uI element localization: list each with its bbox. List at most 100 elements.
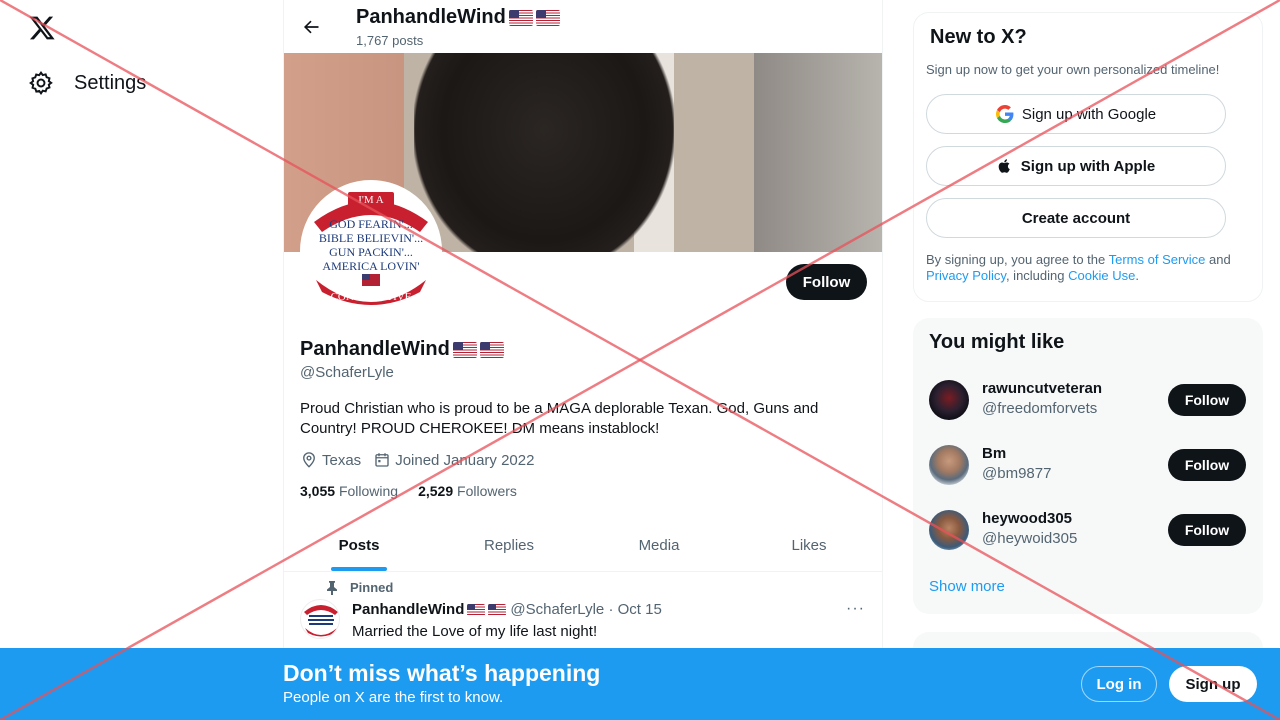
avatar-line-2: GOD FEARIN'... — [329, 217, 413, 231]
new-to-x-title: New to X? — [930, 26, 1027, 48]
us-flag-icon — [479, 341, 504, 358]
banner-headline: Don’t miss what’s happening — [283, 660, 601, 686]
posts-count: 1,767 posts — [356, 33, 424, 48]
profile-handle: @SchaferLyle — [300, 364, 394, 381]
avatar — [929, 445, 969, 485]
following-count: 3,055 — [300, 483, 336, 499]
legal-pre: By signing up, you agree to the — [926, 252, 1109, 267]
you-might-like-title: You might like — [929, 331, 1065, 353]
followers-link[interactable]: 2,529 Followers — [418, 483, 517, 499]
google-signup-button[interactable]: Sign up with Google — [926, 94, 1226, 134]
profile-bio: Proud Christian who is proud to be a MAG… — [300, 400, 819, 437]
profile-tabs: Posts Replies Media Likes — [284, 520, 882, 572]
follow-button[interactable]: Follow — [1168, 514, 1246, 546]
followers-count: 2,529 — [418, 483, 454, 499]
signup-legal-text: By signing up, you agree to the Terms of… — [926, 252, 1246, 284]
gear-icon — [28, 70, 54, 96]
suggested-user-handle: @bm9877 — [982, 465, 1052, 482]
tweet-date[interactable]: · Oct 15 — [608, 601, 661, 618]
avatar-line-1: I'M A — [358, 194, 384, 206]
tweet-author[interactable]: PanhandleWind — [352, 601, 507, 618]
profile-meta: Texas Joined January 2022 — [300, 451, 546, 469]
following-label: Following — [338, 483, 399, 499]
tweet-avatar[interactable] — [300, 599, 340, 639]
tweet-handle[interactable]: @SchaferLyle — [510, 601, 604, 618]
suggested-user-handle: @heywoid305 — [982, 530, 1078, 547]
profile-stats: 3,055 Following 2,529 Followers — [300, 483, 537, 499]
suggested-user[interactable]: rawuncutveteran @freedomforvets Follow — [929, 376, 1249, 426]
pin-icon — [327, 580, 337, 595]
new-to-x-card: New to X? Sign up now to get your own pe… — [913, 12, 1263, 302]
legal-and: and — [1205, 252, 1231, 267]
x-logo-icon[interactable] — [28, 14, 56, 42]
terms-link[interactable]: Terms of Service — [1109, 252, 1206, 267]
suggested-user-name: rawuncutveteran — [982, 380, 1103, 397]
banner-dog — [414, 53, 674, 252]
create-account-button[interactable]: Create account — [926, 198, 1226, 238]
profile-column: PanhandleWind 1,767 posts I'M A GOD FEAR… — [283, 0, 883, 720]
tab-likes[interactable]: Likes — [734, 520, 882, 571]
tweet-text: Married the Love of my life last night! — [352, 623, 598, 640]
banner-door — [754, 53, 882, 252]
us-flag-icon — [467, 603, 486, 616]
us-flag-icon — [488, 603, 507, 616]
avatar-line-5: AMERICA LOVIN' — [322, 259, 419, 273]
profile-location: Texas — [300, 451, 361, 469]
avatar-line-6: CONSERVATIVE — [331, 291, 412, 303]
profile-name-text: PanhandleWind — [300, 338, 450, 360]
login-button[interactable]: Log in — [1081, 666, 1157, 702]
tweet-author-name: PanhandleWind — [352, 601, 465, 618]
header-title: PanhandleWind — [356, 6, 560, 29]
apple-icon — [997, 157, 1013, 175]
cookie-link[interactable]: Cookie Use — [1068, 268, 1135, 283]
privacy-link[interactable]: Privacy Policy — [926, 268, 1006, 283]
arrow-left-icon — [303, 20, 319, 34]
profile-avatar[interactable]: I'M A GOD FEARIN'... BIBLE BELIEVIN'... … — [300, 180, 442, 322]
tab-replies[interactable]: Replies — [434, 520, 584, 571]
joined-text: Joined January 2022 — [395, 451, 535, 469]
legal-end: . — [1135, 268, 1139, 283]
us-flag-icon — [535, 9, 560, 26]
calendar-icon — [375, 453, 389, 467]
you-might-like-card: You might like rawuncutveteran @freedomf… — [913, 318, 1263, 614]
profile-topbar: PanhandleWind 1,767 posts — [284, 0, 882, 53]
apple-signup-button[interactable]: Sign up with Apple — [926, 146, 1226, 186]
us-flag-icon — [452, 341, 477, 358]
legal-mid: , including — [1005, 268, 1069, 283]
more-options-icon[interactable]: ··· — [846, 600, 865, 618]
show-more-link[interactable]: Show more — [929, 578, 1005, 595]
pinned-tweet[interactable]: Pinned PanhandleWind @SchaferLyle · Oct … — [284, 573, 882, 653]
new-to-x-subtitle: Sign up now to get your own personalized… — [926, 62, 1220, 77]
google-icon — [995, 105, 1014, 123]
followers-label: Followers — [457, 483, 517, 499]
following-link[interactable]: 3,055 Following — [300, 483, 398, 499]
avatar-line-3: BIBLE BELIEVIN'... — [319, 231, 423, 245]
profile-joined: Joined January 2022 — [373, 451, 534, 469]
avatar — [929, 510, 969, 550]
settings-label: Settings — [74, 71, 147, 94]
avatar — [929, 380, 969, 420]
signup-banner: Don’t miss what’s happening People on X … — [0, 648, 1280, 720]
tab-posts[interactable]: Posts — [284, 520, 434, 571]
suggested-user-name: Bm — [982, 445, 1007, 462]
suggested-user[interactable]: heywood305 @heywoid305 Follow — [929, 506, 1249, 556]
right-sidebar: New to X? Sign up now to get your own pe… — [913, 0, 1263, 720]
suggested-user-handle: @freedomforvets — [982, 400, 1098, 417]
banner-subline: People on X are the first to know. — [283, 689, 504, 706]
follow-button[interactable]: Follow — [1168, 449, 1246, 481]
signup-button[interactable]: Sign up — [1169, 666, 1257, 702]
suggested-user[interactable]: Bm @bm9877 Follow — [929, 441, 1249, 491]
follow-button[interactable]: Follow — [786, 264, 867, 300]
google-signup-label: Sign up with Google — [1021, 105, 1157, 123]
us-flag-icon — [508, 9, 533, 26]
back-button[interactable] — [298, 14, 324, 40]
location-text: Texas — [322, 451, 362, 469]
nav-settings[interactable]: Settings — [28, 68, 146, 98]
pinned-indicator: Pinned — [326, 580, 393, 595]
location-pin-icon — [303, 452, 315, 468]
follow-button[interactable]: Follow — [1168, 384, 1246, 416]
apple-signup-label: Sign up with Apple — [1020, 157, 1156, 175]
tab-media[interactable]: Media — [584, 520, 734, 571]
header-title-text: PanhandleWind — [356, 6, 506, 28]
left-nav: Settings — [0, 0, 283, 720]
